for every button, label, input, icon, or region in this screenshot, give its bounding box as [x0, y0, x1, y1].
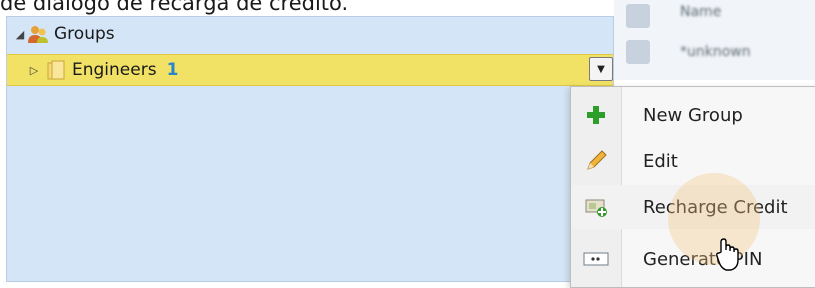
user-icon: [626, 40, 650, 64]
menu-item-label: Edit: [643, 150, 678, 172]
collapse-arrow-icon[interactable]: ◢: [13, 28, 27, 41]
tree-node-label: Engineers: [72, 60, 157, 80]
menu-item-edit[interactable]: Edit: [571, 139, 815, 183]
mouse-cursor-icon: [716, 238, 739, 271]
background-row-text: Name: [680, 4, 722, 20]
plus-icon: [587, 106, 605, 124]
tree-node-label: Groups: [54, 24, 115, 44]
caption-text: de diálogo de recarga de crédito.: [0, 0, 349, 15]
menu-item-new-group[interactable]: New Group: [571, 93, 815, 137]
folder-icon: [47, 60, 65, 80]
group-tree[interactable]: ◢ Groups ▷ Engineers 1 ▼: [6, 16, 614, 282]
user-icon: [626, 4, 650, 28]
row-dropdown-button[interactable]: ▼: [589, 57, 613, 81]
pencil-icon: [587, 150, 607, 170]
recharge-icon: [585, 199, 607, 217]
background-row-text: *unknown: [680, 44, 751, 60]
people-icon: [28, 26, 48, 43]
click-highlight: [668, 173, 760, 265]
expand-arrow-icon[interactable]: ▷: [27, 64, 41, 77]
member-count-badge: 1: [166, 60, 179, 80]
tree-node-engineers[interactable]: ▷ Engineers 1 ▼: [7, 54, 613, 86]
chevron-down-icon: ▼: [597, 63, 605, 75]
menu-item-label: New Group: [643, 104, 743, 126]
background-list: Name *unknown: [614, 0, 815, 80]
pin-icon: [583, 252, 609, 266]
tree-node-groups[interactable]: ◢ Groups: [7, 19, 613, 49]
